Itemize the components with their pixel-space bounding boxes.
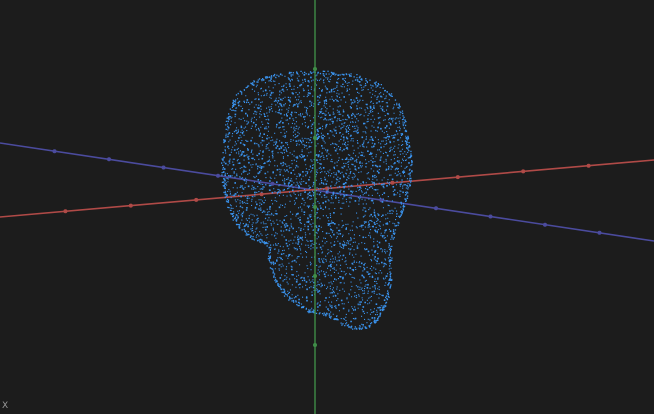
x-axis-tick xyxy=(455,175,460,180)
x-axis-ticks xyxy=(63,163,591,214)
y-axis-tick xyxy=(313,343,317,347)
scene-canvas[interactable] xyxy=(0,0,654,414)
z-axis-tick xyxy=(488,214,493,219)
z-axis-tick xyxy=(434,206,438,211)
x-axis-tick xyxy=(63,209,68,214)
z-axis-tick xyxy=(52,149,57,154)
y-axis-tick xyxy=(313,136,317,140)
z-axis-tick xyxy=(597,230,602,235)
y-axis-tick xyxy=(313,274,317,278)
x-axis-tick xyxy=(390,180,395,185)
corner-axis-label: X xyxy=(2,401,9,411)
x-axis-tick xyxy=(521,169,526,174)
z-axis-tick xyxy=(161,165,166,170)
x-axis-tick xyxy=(194,197,199,202)
3d-viewport[interactable]: X xyxy=(0,0,654,414)
y-axis xyxy=(313,0,317,414)
z-axis-tick xyxy=(107,157,111,162)
y-axis-tick xyxy=(313,205,317,209)
z-axis-tick xyxy=(216,173,220,178)
z-axis-tick xyxy=(543,222,547,227)
x-axis-tick xyxy=(128,203,133,208)
y-axis-tick xyxy=(313,67,317,71)
x-axis-tick xyxy=(586,163,591,168)
